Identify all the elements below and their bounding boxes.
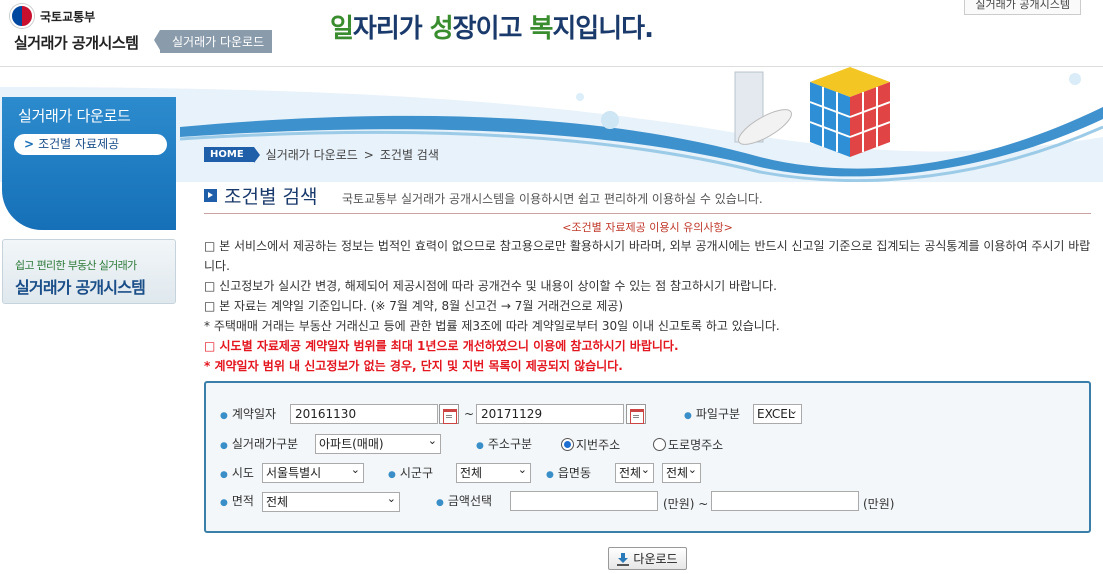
deal-type-select[interactable]: 아파트(매매)	[315, 434, 441, 454]
bullet-icon: ●	[684, 411, 692, 421]
sido-select[interactable]: 서울특별시	[262, 463, 364, 483]
ad-title: 실거래가 공개시스템	[15, 278, 146, 297]
sigungu-label: ● 시군구	[388, 466, 433, 480]
contract-date-label: ● 계약일자	[220, 407, 277, 421]
sidebar-item-label: 조건별 자료제공	[38, 137, 120, 151]
header: 국토교통부 실거래가 공개시스템 실거래가 다운로드 일자리가 성장이고 복지입…	[0, 0, 1103, 66]
sidebar: 실거래가 다운로드 > 조건별 자료제공	[2, 97, 176, 230]
deal-type-label: ● 실거래가구분	[220, 437, 299, 451]
bullet-icon: ●	[220, 441, 228, 451]
bullet-icon: ●	[220, 470, 228, 480]
calendar-icon[interactable]	[439, 404, 459, 424]
top-system-link[interactable]: 실거래가 공개시스템	[964, 0, 1081, 15]
paper-roll-illustration	[734, 71, 792, 145]
amount-label: ● 금액선택	[436, 494, 493, 508]
amount-from-input[interactable]	[510, 491, 658, 511]
system-name[interactable]: 실거래가 공개시스템	[14, 32, 139, 53]
title-arrow-icon	[204, 189, 217, 202]
download-button-label: 다운로드	[633, 552, 678, 566]
sidebar-title: 실거래가 다운로드	[18, 107, 131, 125]
dong-label: ● 읍면동	[546, 466, 591, 480]
breadcrumb-separator: >	[363, 147, 374, 162]
notice-list: □ 본 서비스에서 제공하는 정보는 법적인 효력이 없으므로 참고용으로만 활…	[204, 236, 1091, 376]
breadcrumb-current: 조건별 검색	[379, 148, 439, 162]
file-type-label: ● 파일구분	[684, 407, 741, 421]
notice-line: □ 본 서비스에서 제공하는 정보는 법적인 효력이 없으므로 참고용으로만 활…	[204, 239, 1091, 273]
calendar-icon[interactable]	[626, 404, 646, 424]
bullet-icon: ●	[546, 470, 554, 480]
notice-line: □ 본 자료는 계약일 기준입니다. (※ 7월 계약, 8월 신고건 → 7월…	[204, 299, 624, 313]
address-jibun-label: 지번주소	[576, 438, 621, 452]
notice-heading: <조건별 자료제공 이용시 유의사항>	[562, 221, 733, 234]
notice-line-highlight: □ 시도별 자료제공 계약일자 범위를 최대 1년으로 개선하였으니 이용에 참…	[204, 339, 679, 353]
page-description: 국토교통부 실거래가 공개시스템을 이용하시면 쉽고 편리하게 이용하실 수 있…	[342, 192, 763, 206]
breadcrumb-level1[interactable]: 실거래가 다운로드	[266, 146, 358, 163]
area-label: ● 면적	[220, 494, 254, 508]
breadcrumb-home[interactable]: HOME	[204, 147, 260, 163]
bullet-icon: ●	[476, 441, 484, 451]
notice-line: * 주택매매 거래는 부동산 거래신고 등에 관한 법률 제3조에 따라 계약일…	[204, 319, 780, 333]
ministry-name: 국토교통부	[40, 9, 96, 24]
ministry-logo[interactable]: 국토교통부	[10, 4, 95, 28]
sido-label: ● 시도	[220, 466, 254, 480]
ad-subtitle: 쉽고 편리한 부동산 실거래가	[15, 259, 137, 272]
breadcrumb: HOME 실거래가 다운로드 > 조건별 검색	[204, 146, 439, 163]
date-range-tilde: ~	[464, 407, 475, 421]
address-road-label: 도로명주소	[668, 438, 724, 452]
amount-to-input[interactable]	[711, 491, 859, 511]
sub-dong-select[interactable]: 전체	[662, 463, 701, 483]
sidebar-ad-banner[interactable]: 쉽고 편리한 부동산 실거래가 실거래가 공개시스템	[2, 239, 176, 304]
notice-line-highlight: * 계약일자 범위 내 신고정보가 없는 경우, 단지 및 지번 목록이 제공되…	[204, 359, 623, 373]
page-title: 조건별 검색	[224, 186, 318, 208]
amount-unit-from: (만원) ~	[663, 497, 709, 511]
area-select[interactable]: 전체	[262, 492, 400, 512]
notice-line: □ 신고정보가 실시간 변경, 해제되어 제공시점에 따라 공개건수 및 내용이…	[204, 279, 777, 293]
dong-select[interactable]: 전체	[615, 463, 654, 483]
date-to-input[interactable]: 20171129	[476, 404, 624, 424]
bullet-icon: ●	[388, 470, 396, 480]
bullet-icon: ●	[436, 498, 444, 508]
address-type-label: ● 주소구분	[476, 437, 533, 451]
download-button[interactable]: 다운로드	[608, 547, 687, 570]
sidebar-item-conditional-data[interactable]: > 조건별 자료제공	[14, 134, 167, 155]
amount-unit-to: (만원)	[863, 497, 895, 511]
address-jibun-radio[interactable]	[561, 438, 574, 451]
bullet-icon: ●	[220, 411, 228, 421]
cube-illustration	[809, 67, 891, 157]
search-form: ●계약일자 20161130 ~ 20171129 ●파일구분 EXCEL ●실…	[204, 381, 1091, 533]
page-title-row: 조건별 검색 국토교통부 실거래가 공개시스템을 이용하시면 쉽고 편리하게 이…	[204, 182, 1091, 214]
address-road-radio[interactable]	[653, 438, 666, 451]
file-type-select[interactable]: EXCEL	[753, 404, 802, 424]
section-tag: 실거래가 다운로드	[153, 30, 273, 53]
slogan: 일자리가 성장이고 복지입니다.	[330, 14, 654, 44]
ministry-emblem-icon	[10, 4, 34, 28]
bullet-icon: ●	[220, 498, 228, 508]
download-icon	[617, 552, 630, 566]
chevron-right-icon: >	[24, 137, 35, 151]
sigungu-select[interactable]: 전체	[456, 463, 531, 483]
date-from-input[interactable]: 20161130	[290, 404, 438, 424]
